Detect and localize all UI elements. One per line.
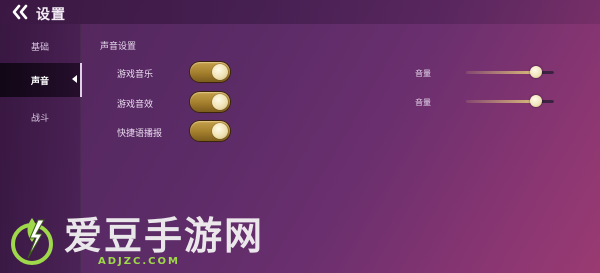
toggle-knob xyxy=(212,123,228,139)
watermark-text: 爱豆手游网 xyxy=(64,214,265,258)
toggle-knob xyxy=(212,64,228,80)
sidebar-item-label: 战斗 xyxy=(30,113,49,124)
sidebar-item-label: 基础 xyxy=(30,42,49,53)
sidebar-item-battle[interactable]: 战斗 xyxy=(0,100,80,134)
game-music-toggle[interactable] xyxy=(190,62,230,82)
section-title: 声音设置 xyxy=(100,42,137,52)
active-indicator-icon xyxy=(72,75,77,83)
game-sfx-label: 游戏音效 xyxy=(117,100,154,110)
sidebar-item-basic[interactable]: 基础 xyxy=(0,29,80,63)
chevron-left-icon xyxy=(12,4,28,20)
sidebar-item-sound[interactable]: 声音 xyxy=(0,63,82,97)
quick-voice-toggle[interactable] xyxy=(190,121,230,141)
game-music-volume-label: 音量 xyxy=(415,69,431,78)
slider-thumb[interactable] xyxy=(530,95,543,107)
back-button[interactable] xyxy=(10,3,30,21)
page-title: 设置 xyxy=(36,7,66,23)
game-sfx-toggle[interactable] xyxy=(190,92,230,112)
game-music-label: 游戏音乐 xyxy=(117,70,154,80)
quick-voice-label: 快捷语播报 xyxy=(117,129,163,139)
game-music-volume-slider[interactable] xyxy=(466,66,554,78)
toggle-knob xyxy=(212,94,228,110)
slider-thumb[interactable] xyxy=(530,66,543,78)
sidebar-item-label: 声音 xyxy=(30,76,49,87)
watermark-url: ADJZC.COM xyxy=(98,256,180,267)
game-sfx-volume-label: 音量 xyxy=(415,98,431,107)
watermark-logo-icon xyxy=(11,218,53,265)
game-sfx-volume-slider[interactable] xyxy=(466,95,554,107)
top-bar: 设置 xyxy=(0,0,600,24)
